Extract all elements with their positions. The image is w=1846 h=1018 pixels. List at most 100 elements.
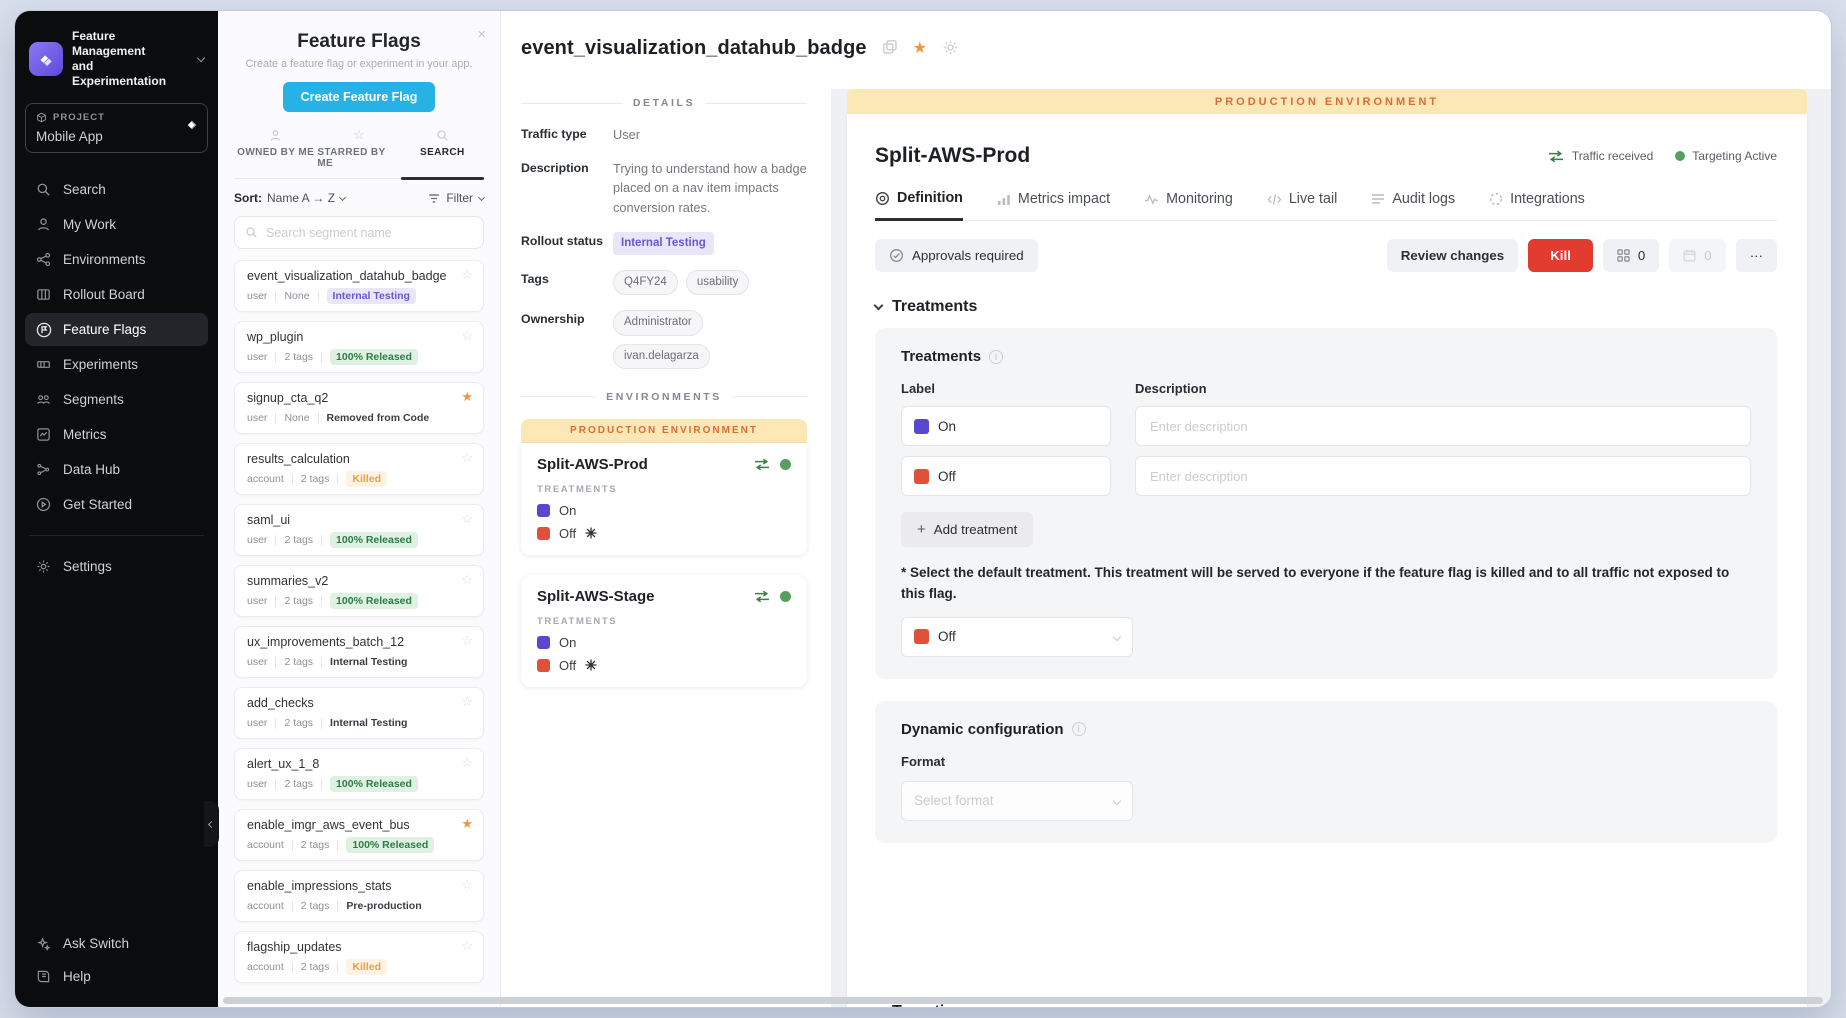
flag-card[interactable]: event_visualization_datahub_badge ☆ user… bbox=[234, 260, 484, 312]
project-switcher[interactable]: PROJECT Mobile App bbox=[25, 103, 208, 153]
star-icon[interactable]: ☆ bbox=[461, 755, 473, 771]
star-icon[interactable]: ☆ bbox=[461, 267, 473, 283]
horizontal-scrollbar[interactable] bbox=[223, 997, 1823, 1004]
status-badge: Pre-production bbox=[346, 898, 421, 914]
star-icon[interactable]: ☆ bbox=[461, 877, 473, 893]
flag-card[interactable]: enable_imgr_aws_event_bus ★ account2 tag… bbox=[234, 809, 484, 861]
flag-card[interactable]: ux_improvements_batch_12 ☆ user2 tagsInt… bbox=[234, 626, 484, 678]
plus-icon: + bbox=[917, 522, 926, 537]
star-icon[interactable]: ☆ bbox=[461, 633, 473, 649]
more-actions-button[interactable]: ··· bbox=[1736, 239, 1777, 272]
flag-search-input[interactable] bbox=[266, 226, 473, 240]
flag-list: event_visualization_datahub_badge ☆ user… bbox=[234, 260, 484, 983]
tab-monitoring[interactable]: Monitoring bbox=[1144, 190, 1233, 220]
flag-card[interactable]: signup_cta_q2 ★ userNoneRemoved from Cod… bbox=[234, 382, 484, 434]
treatment-description-input[interactable] bbox=[1135, 456, 1751, 496]
brand[interactable]: Feature Management and Experimentation bbox=[25, 29, 208, 89]
copy-icon[interactable] bbox=[882, 39, 898, 55]
format-select[interactable]: Select format bbox=[901, 781, 1133, 821]
flag-card[interactable]: flagship_updates ☆ account2 tagsKilled bbox=[234, 931, 484, 983]
grid-count-button[interactable]: 0 bbox=[1603, 239, 1659, 272]
tag-pill[interactable]: Q4FY24 bbox=[613, 270, 678, 295]
sidebar-item-settings[interactable]: Settings bbox=[25, 550, 208, 583]
flag-card[interactable]: summaries_v2 ☆ user2 tags100% Released bbox=[234, 565, 484, 617]
star-icon[interactable]: ★ bbox=[461, 816, 473, 832]
treatment-description-input[interactable] bbox=[1135, 406, 1751, 446]
gear-icon[interactable] bbox=[942, 39, 959, 56]
chevron-down-icon bbox=[874, 301, 884, 311]
default-treatment-select[interactable]: Off bbox=[901, 617, 1133, 657]
tab-search[interactable]: SEARCH bbox=[401, 128, 484, 178]
star-icon[interactable]: ☆ bbox=[461, 694, 473, 710]
production-env-group: PRODUCTION ENVIRONMENT Split-AWS-Prod TR… bbox=[521, 419, 807, 687]
treatments-card: Treatments i Label Description On bbox=[875, 328, 1777, 679]
status-dot bbox=[780, 591, 791, 602]
default-asterisk-icon bbox=[585, 527, 597, 539]
env-card-prod[interactable]: Split-AWS-Prod TREATMENTS On Off bbox=[521, 443, 807, 555]
sidebar-item-segments[interactable]: Segments bbox=[25, 383, 208, 416]
sidebar-item-experiments[interactable]: Experiments bbox=[25, 348, 208, 381]
treatments-section-header[interactable]: Treatments bbox=[875, 298, 1777, 316]
tab-metrics-impact[interactable]: Metrics impact bbox=[997, 190, 1110, 220]
flag-card[interactable]: saml_ui ☆ user2 tags100% Released bbox=[234, 504, 484, 556]
star-icon[interactable]: ☆ bbox=[461, 328, 473, 344]
sort-dropdown[interactable]: Sort: Name A → Z bbox=[234, 191, 345, 205]
env-card-stage[interactable]: Split-AWS-Stage TREATMENTS On Off bbox=[521, 575, 807, 687]
chart-icon bbox=[35, 426, 52, 443]
treatment-label-input[interactable]: Off bbox=[901, 456, 1111, 496]
panel-title: Feature Flags bbox=[234, 31, 484, 53]
tab-integrations[interactable]: Integrations bbox=[1489, 190, 1585, 220]
create-feature-flag-button[interactable]: Create Feature Flag bbox=[283, 82, 436, 112]
flag-card[interactable]: wp_plugin ☆ user2 tags100% Released bbox=[234, 321, 484, 373]
tab-owned-by-me[interactable]: OWNED BY ME bbox=[234, 128, 317, 178]
sidebar-item-feature-flags[interactable]: Feature Flags bbox=[25, 313, 208, 346]
sidebar-item-help[interactable]: Help bbox=[25, 960, 208, 993]
sidebar-item-data-hub[interactable]: Data Hub bbox=[25, 453, 208, 486]
treatment-on-swatch bbox=[537, 504, 550, 517]
star-icon[interactable]: ★ bbox=[913, 38, 927, 58]
star-icon[interactable]: ☆ bbox=[461, 511, 473, 527]
flag-card[interactable]: add_checks ☆ user2 tagsInternal Testing bbox=[234, 687, 484, 739]
review-changes-button[interactable]: Review changes bbox=[1387, 239, 1518, 272]
close-icon[interactable]: × bbox=[477, 27, 486, 42]
owner-pill[interactable]: ivan.delagarza bbox=[613, 344, 710, 369]
star-icon[interactable]: ★ bbox=[461, 389, 473, 405]
sidebar-item-metrics[interactable]: Metrics bbox=[25, 418, 208, 451]
project-label: PROJECT bbox=[36, 112, 197, 123]
approvals-required-button[interactable]: Approvals required bbox=[875, 239, 1038, 272]
kill-button[interactable]: Kill bbox=[1528, 239, 1593, 272]
owner-pill[interactable]: Administrator bbox=[613, 310, 703, 335]
info-icon: i bbox=[989, 350, 1003, 364]
tag-pill[interactable]: usability bbox=[686, 270, 750, 295]
sidebar-item-my-work[interactable]: My Work bbox=[25, 208, 208, 241]
schedule-count-button[interactable]: 0 bbox=[1669, 239, 1725, 272]
sidebar-item-environments[interactable]: Environments bbox=[25, 243, 208, 276]
sidebar-item-ask-switch[interactable]: Ask Switch bbox=[25, 927, 208, 960]
star-icon[interactable]: ☆ bbox=[461, 938, 473, 954]
environment-card: Split-AWS-Prod Traffic received Targetin… bbox=[847, 114, 1807, 1007]
add-treatment-button[interactable]: + Add treatment bbox=[901, 512, 1033, 547]
sidebar-item-search[interactable]: Search bbox=[25, 173, 208, 206]
production-environment-banner: PRODUCTION ENVIRONMENT bbox=[847, 89, 1807, 114]
sidebar-item-rollout-board[interactable]: Rollout Board bbox=[25, 278, 208, 311]
tab-audit-logs[interactable]: Audit logs bbox=[1371, 190, 1455, 220]
sidebar-item-get-started[interactable]: Get Started bbox=[25, 488, 208, 521]
star-icon[interactable]: ☆ bbox=[461, 572, 473, 588]
tab-starred-by-me[interactable]: ☆ STARRED BY ME bbox=[317, 128, 400, 178]
status-badge: 100% Released bbox=[330, 532, 418, 548]
tab-definition[interactable]: Definition bbox=[875, 190, 963, 221]
tab-live-tail[interactable]: Live tail bbox=[1267, 190, 1337, 220]
status-dot bbox=[1675, 151, 1685, 161]
star-icon[interactable]: ☆ bbox=[461, 450, 473, 466]
treatment-label-input[interactable]: On bbox=[901, 406, 1111, 446]
tags-row: Tags Q4FY24 usability bbox=[521, 270, 807, 295]
filter-dropdown[interactable]: Filter bbox=[428, 191, 484, 205]
flag-title: event_visualization_datahub_badge bbox=[521, 37, 867, 60]
traffic-arrows-icon bbox=[753, 590, 771, 603]
flag-card[interactable]: enable_impressions_stats ☆ account2 tags… bbox=[234, 870, 484, 922]
treatment-off-swatch bbox=[914, 469, 929, 484]
sparkle-icon bbox=[35, 935, 52, 952]
flag-card[interactable]: alert_ux_1_8 ☆ user2 tags100% Released bbox=[234, 748, 484, 800]
flag-card[interactable]: results_calculation ☆ account2 tagsKille… bbox=[234, 443, 484, 495]
sidebar-collapse-handle[interactable] bbox=[204, 801, 219, 847]
